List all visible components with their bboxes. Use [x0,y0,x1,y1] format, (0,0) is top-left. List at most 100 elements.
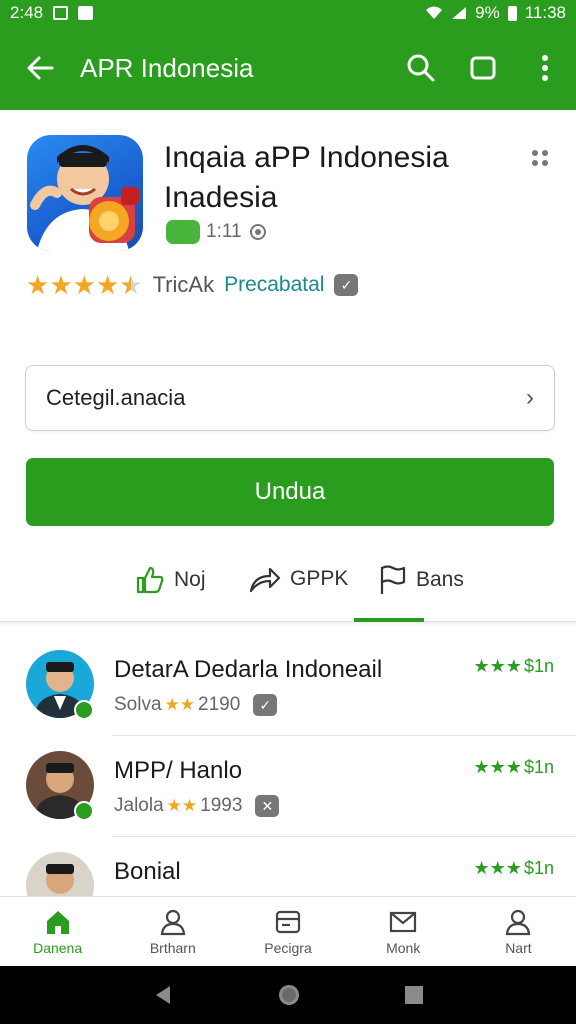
report-label: Bans [416,568,464,591]
search-icon [407,54,435,82]
nav-item-profile[interactable]: Brtharn [115,897,230,966]
developer-list: DetarA Dedarla Indoneail Solva ★★ 2190 ✓… [0,636,576,896]
settings-icon [249,224,266,240]
list-item[interactable]: DetarA Dedarla Indoneail Solva ★★ 2190 ✓… [0,636,576,736]
app-avatar-illustration [30,145,139,251]
star-icon: ★ [95,270,120,300]
battery-icon [507,5,517,21]
verified-check-icon [74,801,94,821]
list-item-title: Bonial [114,858,181,885]
star-icon: ★ [72,270,96,300]
version-row: 1:11 [166,220,268,244]
star-icon: ★ [49,270,73,300]
wifi-icon [426,6,443,19]
system-recents-icon[interactable] [404,985,424,1005]
search-button[interactable] [390,26,452,110]
list-item-rating-value: $1n [523,757,554,777]
system-navigation-bar [0,966,576,1024]
avatar [26,852,94,896]
nav-item-home[interactable]: Danena [0,897,115,966]
badge-icon: ✕ [255,795,280,817]
list-item-subtitle: Jalola ★★ 1993 ✕ [114,795,280,817]
star-icon: ★★★ [473,757,522,777]
nav-item-payments[interactable]: Pecigra [230,897,345,966]
verified-check-icon [74,700,94,720]
person-icon [160,909,186,935]
back-button[interactable] [0,26,80,110]
system-back-icon[interactable] [152,984,174,1006]
star-icon: ★★★ [473,858,522,878]
list-item-sub-label: Jalola [114,795,164,816]
list-item-rating-value: $1n [523,858,554,878]
card-icon [275,910,301,933]
window-button[interactable] [452,26,514,110]
notification-icon [53,6,69,20]
app-icon[interactable] [27,135,143,251]
active-tab-indicator [354,618,424,622]
list-item-sub-label: Solva [114,694,162,715]
list-item-rating-value: $1n [523,656,554,676]
star-icon: ★★ [166,796,198,815]
status-bar: 2:48 9% 11:38 [0,0,576,26]
app-title-line-2: Inadesia [164,181,278,214]
report-action[interactable]: Bans [378,564,464,596]
dots-icon [532,150,548,166]
list-item-rating: ★★★ $1n [474,656,554,677]
badge-icon: ✓ [253,694,278,716]
list-item-subtitle: Solva ★★ 2190 ✓ [114,694,278,716]
nav-item-account[interactable]: Nart [461,897,576,966]
list-item-title: MPP/ Hanlo [114,757,243,784]
list-item-rating: ★★★ $1n [474,757,554,778]
star-icon: ★ [26,270,50,300]
version-text: 1:11 [206,221,242,242]
app-bar: APR Indonesia [0,26,576,110]
system-home-icon[interactable] [277,983,301,1007]
list-item[interactable]: Bonial ★★★ $1n [0,838,576,896]
share-label: GPPK [290,567,349,590]
nav-item-messages[interactable]: Monk [346,897,461,966]
list-item-count: 2190 [198,694,241,715]
back-arrow-icon [27,56,54,80]
status-time-right: 11:38 [524,3,566,22]
square-icon [470,56,496,80]
star-icon: ★★ [164,695,196,714]
rating-stars: ★ ★ ★ ★ ★ [26,272,143,298]
star-icon: ★★★ [473,656,522,676]
download-label: Undua [254,478,326,505]
thumbs-up-icon [136,566,164,594]
rating-row: ★ ★ ★ ★ ★ TricAk Precabatal ✓ [26,272,359,298]
more-vert-icon [542,55,548,81]
nav-label: Nart [505,939,532,956]
app-more-button[interactable] [526,144,554,172]
star-half-icon: ★ [119,270,143,300]
rating-link[interactable]: Precabatal [224,273,324,297]
status-time-left: 2:48 [10,3,44,22]
action-row: Noj GPPK Bans [0,546,576,622]
list-item-rating: ★★★ $1n [474,858,554,879]
nav-label: Danena [33,939,83,956]
like-action[interactable]: Noj [134,564,206,596]
signal-icon [452,7,467,19]
divider [112,735,576,736]
more-options-button[interactable] [514,26,576,110]
app-details-card: Inqaia aPP Indonesia Inadesia 1:11 ★ ★ ★… [0,110,576,622]
home-icon [46,910,69,934]
avatar-image [26,852,94,896]
page-title: APR Indonesia [80,52,254,83]
person-icon [506,909,531,935]
category-selector[interactable]: Cetegil.anacia › [25,365,555,431]
notification-icon [78,6,94,20]
mail-icon [390,911,417,932]
version-badge-icon [166,220,200,244]
flag-icon [380,565,406,594]
nav-label: Monk [386,939,421,956]
list-item[interactable]: MPP/ Hanlo Jalola ★★ 1993 ✕ ★★★ $1n [0,737,576,837]
divider [112,836,576,837]
battery-percent: 9% [475,3,500,22]
like-label: Noj [174,568,206,591]
list-item-title: DetarA Dedarla Indoneail [114,656,383,683]
share-action[interactable]: GPPK [248,564,348,594]
nav-label: Brtharn [149,939,196,956]
rating-label: TricAk [152,272,215,297]
download-button[interactable]: Undua [26,458,554,526]
